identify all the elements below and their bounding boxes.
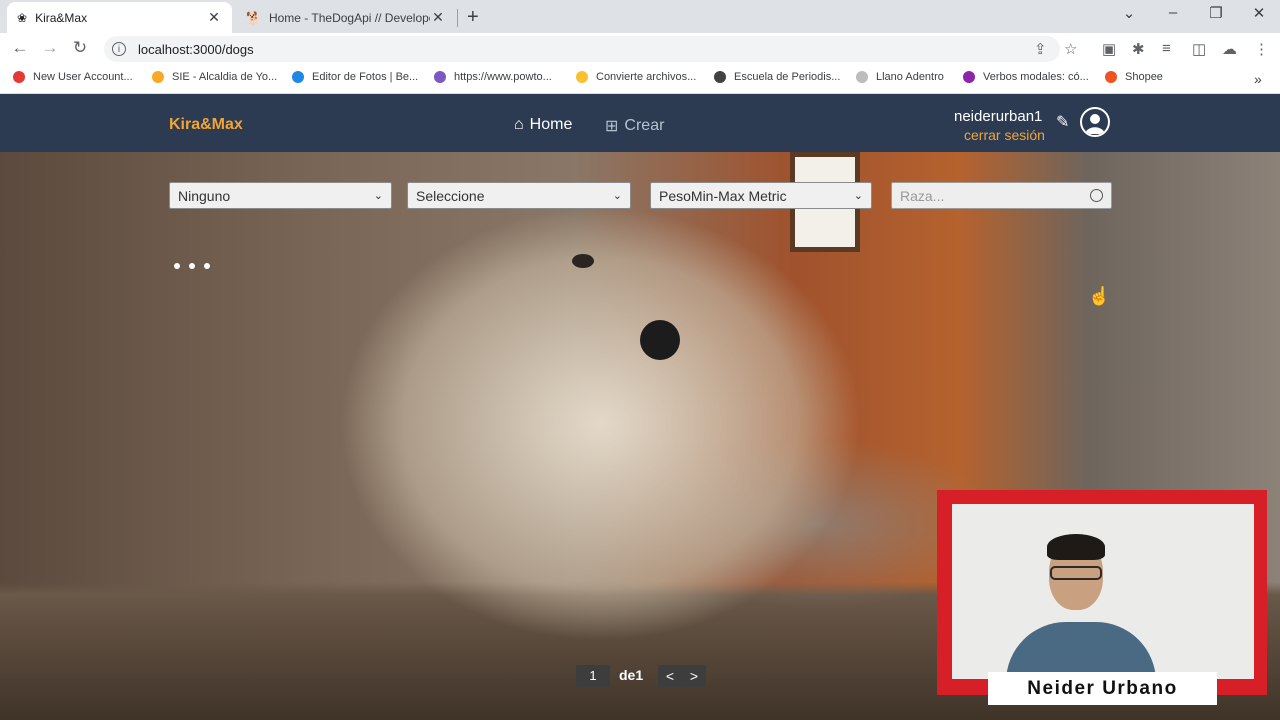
bookmark-favicon-icon	[13, 71, 25, 83]
presenter-name-label: Neider Urbano	[988, 672, 1217, 705]
bookmark-favicon-icon	[963, 71, 975, 83]
bookmark-star-icon[interactable]: ☆	[1064, 40, 1077, 58]
loading-dot	[204, 263, 210, 269]
search-placeholder: Raza...	[900, 187, 945, 204]
side-panel-icon[interactable]: ◫	[1192, 40, 1206, 58]
close-tab-icon[interactable]: ✕	[430, 9, 446, 26]
filter-select-weight-sort[interactable]: PesoMin-Max Metric ⌄	[650, 182, 872, 209]
browser-tab-active[interactable]: ❀ Kira&Max ✕	[7, 2, 232, 33]
bookmark-favicon-icon	[1105, 71, 1117, 83]
page-total-label: de1	[619, 667, 644, 683]
webcam-video	[952, 504, 1254, 679]
dog-nose-image	[640, 320, 680, 360]
nav-home-link[interactable]: ⌂ Home	[514, 116, 572, 134]
chevron-down-icon: ⌄	[612, 190, 622, 202]
user-avatar-icon[interactable]	[1080, 107, 1110, 137]
close-tab-icon[interactable]: ✕	[206, 9, 222, 26]
edit-pencil-icon[interactable]: ✎	[1056, 112, 1069, 132]
reload-icon[interactable]: ↻	[68, 38, 92, 58]
bookmark-favicon-icon	[292, 71, 304, 83]
breed-search-input[interactable]: Raza...	[891, 182, 1112, 209]
url-text: localhost:3000/dogs	[138, 41, 254, 57]
bookmark-item[interactable]: Verbos modales: có...	[963, 71, 1089, 83]
chevron-down-icon: ⌄	[853, 190, 863, 202]
presenter-hair-image	[1047, 534, 1105, 560]
share-icon[interactable]: ⇪	[1034, 40, 1047, 58]
tab-title: Kira&Max	[35, 10, 88, 25]
close-window-icon[interactable]: ✕	[1244, 4, 1274, 22]
more-bookmarks-icon[interactable]: »	[1254, 71, 1262, 87]
nav-crear-link[interactable]: ⊞ Crear	[605, 116, 664, 136]
bookmark-item[interactable]: SIE - Alcaldia de Yo...	[152, 71, 277, 83]
logout-link[interactable]: cerrar sesión	[964, 127, 1045, 143]
tab-search-icon[interactable]: ⌄	[1114, 4, 1144, 22]
site-info-icon[interactable]: i	[112, 42, 126, 56]
address-bar[interactable]: i localhost:3000/dogs	[104, 36, 1060, 62]
filter-select-temperament[interactable]: Seleccione ⌄	[407, 182, 631, 209]
filter-select-origin[interactable]: Ninguno ⌄	[169, 182, 392, 209]
bookmark-item[interactable]: Shopee	[1105, 71, 1163, 83]
favicon-icon: ❀	[17, 10, 28, 25]
username: neiderurban1	[954, 108, 1043, 125]
new-tab-icon[interactable]: +	[467, 6, 479, 29]
brand-logo[interactable]: Kira&Max	[169, 116, 243, 134]
browser-tab-dogapi[interactable]: 🐕 Home - TheDogApi // Developer ✕	[236, 2, 456, 33]
forward-icon[interactable]: →	[38, 38, 62, 58]
bookmark-item[interactable]: Escuela de Periodis...	[714, 71, 840, 83]
plus-square-icon: ⊞	[605, 118, 619, 135]
minimize-icon[interactable]: –	[1158, 4, 1188, 21]
home-icon: ⌂	[514, 116, 524, 133]
bookmark-favicon-icon	[434, 71, 446, 83]
next-page-button[interactable]: >	[682, 665, 706, 687]
presenter-body-image	[1006, 622, 1156, 679]
maximize-icon[interactable]: ❐	[1201, 4, 1231, 22]
dog-favicon-icon: 🐕	[246, 10, 261, 25]
presenter-glasses-image	[1050, 566, 1102, 580]
tab-title: Home - TheDogApi // Developer	[268, 10, 430, 25]
loading-dot	[174, 263, 180, 269]
extensions-icon[interactable]: ✱	[1132, 40, 1145, 58]
chevron-down-icon: ⌄	[373, 190, 383, 202]
tab-divider	[457, 9, 458, 27]
bookmark-favicon-icon	[576, 71, 588, 83]
webcam-overlay-frame	[937, 490, 1267, 695]
hand-cursor-icon: ☝	[1088, 286, 1111, 306]
reading-list-icon[interactable]: ≡	[1162, 40, 1171, 57]
bookmark-item[interactable]: New User Account...	[13, 71, 133, 83]
current-page-box[interactable]: 1	[576, 665, 610, 687]
profile-icon[interactable]: ☁	[1222, 40, 1237, 58]
loading-dots	[174, 263, 210, 269]
bookmark-item[interactable]: https://www.powto...	[434, 71, 552, 83]
bookmark-item[interactable]: Convierte archivos...	[576, 71, 696, 83]
menu-icon[interactable]: ⋮	[1254, 40, 1269, 58]
cast-icon[interactable]: ▣	[1102, 40, 1116, 58]
back-icon[interactable]: ←	[8, 38, 32, 58]
bookmark-favicon-icon	[714, 71, 726, 83]
prev-page-button[interactable]: <	[658, 665, 682, 687]
bookmark-favicon-icon	[856, 71, 868, 83]
bookmark-favicon-icon	[152, 71, 164, 83]
dog-eye-image	[572, 254, 594, 268]
search-icon[interactable]	[1090, 189, 1103, 202]
bookmark-item[interactable]: Editor de Fotos | Be...	[292, 71, 418, 83]
bookmark-item[interactable]: Llano Adentro	[856, 71, 944, 83]
loading-dot	[189, 263, 195, 269]
